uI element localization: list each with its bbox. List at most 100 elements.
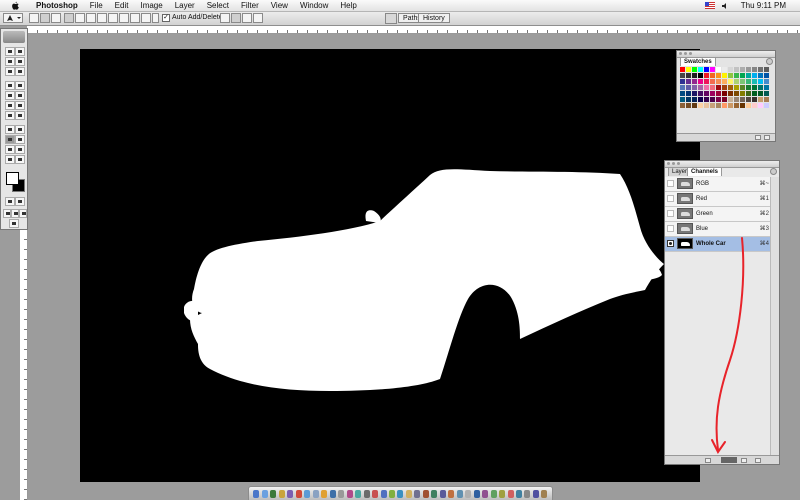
swatch[interactable] <box>758 91 763 96</box>
custom-shape-tool[interactable] <box>15 135 25 144</box>
dock-app-icon[interactable] <box>270 489 277 498</box>
lasso-tool[interactable] <box>5 57 15 66</box>
swatch[interactable] <box>728 67 733 72</box>
dock-app-icon[interactable] <box>405 489 412 498</box>
gradient-tool[interactable] <box>15 101 25 110</box>
dock-app-icon[interactable] <box>346 489 353 498</box>
zoom-icon[interactable] <box>677 162 680 165</box>
hand-tool[interactable] <box>5 155 15 164</box>
dock-app-icon[interactable] <box>253 489 260 498</box>
swatch[interactable] <box>704 97 709 102</box>
swatch[interactable] <box>740 85 745 90</box>
visibility-eye-icon[interactable] <box>667 180 674 187</box>
history-brush-tool[interactable] <box>15 91 25 100</box>
dock-app-icon[interactable] <box>329 489 336 498</box>
create-new-channel-button[interactable] <box>741 458 747 463</box>
delete-swatch-icon[interactable] <box>764 135 770 140</box>
swatch[interactable] <box>740 91 745 96</box>
visibility-eye-icon[interactable] <box>667 240 674 247</box>
dock-app-icon[interactable] <box>541 489 548 498</box>
palette-well-tab-history[interactable]: History <box>418 13 450 23</box>
swatch[interactable] <box>710 97 715 102</box>
swatch[interactable] <box>680 85 685 90</box>
swatch[interactable] <box>704 103 709 108</box>
dock-app-icon[interactable] <box>431 489 438 498</box>
menu-image[interactable]: Image <box>134 0 168 11</box>
path-exclude-button[interactable] <box>253 13 263 23</box>
dock-app-icon[interactable] <box>465 489 472 498</box>
palette-menu-arrow-icon[interactable] <box>766 58 773 65</box>
paths-mode-button[interactable] <box>40 13 50 23</box>
swatch[interactable] <box>764 73 769 78</box>
path-subtract-button[interactable] <box>231 13 241 23</box>
swatch[interactable] <box>758 85 763 90</box>
swatch[interactable] <box>698 67 703 72</box>
swatch[interactable] <box>746 103 751 108</box>
freeform-pen-button[interactable] <box>75 13 85 23</box>
swatch[interactable] <box>686 103 691 108</box>
dock-app-icon[interactable] <box>295 489 302 498</box>
swatch[interactable] <box>758 103 763 108</box>
swatch[interactable] <box>722 97 727 102</box>
menu-filter[interactable]: Filter <box>235 0 265 11</box>
channel-row-green[interactable]: Green ⌘2 <box>665 207 779 222</box>
type-tool[interactable] <box>15 125 25 134</box>
swatch[interactable] <box>686 85 691 90</box>
visibility-eye-icon[interactable] <box>667 210 674 217</box>
swatch[interactable] <box>716 67 721 72</box>
swatch[interactable] <box>704 67 709 72</box>
menu-select[interactable]: Select <box>201 0 235 11</box>
swatch[interactable] <box>704 79 709 84</box>
foreground-color-swatch[interactable] <box>6 172 19 185</box>
swatch[interactable] <box>680 91 685 96</box>
visibility-eye-icon[interactable] <box>667 195 674 202</box>
swatch[interactable] <box>746 67 751 72</box>
swatch[interactable] <box>722 85 727 90</box>
swatch[interactable] <box>680 97 685 102</box>
dock-app-icon[interactable] <box>532 489 539 498</box>
swatch[interactable] <box>740 97 745 102</box>
swatch[interactable] <box>716 73 721 78</box>
save-selection-as-channel-button[interactable] <box>721 457 737 463</box>
swatch[interactable] <box>722 73 727 78</box>
eraser-tool[interactable] <box>5 101 15 110</box>
close-icon[interactable] <box>679 52 682 55</box>
swatch[interactable] <box>752 103 757 108</box>
swatch[interactable] <box>704 91 709 96</box>
swatch-grid[interactable] <box>680 67 770 132</box>
swatch[interactable] <box>728 91 733 96</box>
menu-window[interactable]: Window <box>294 0 334 11</box>
swatch[interactable] <box>728 97 733 102</box>
swatch[interactable] <box>740 67 745 72</box>
dock-app-icon[interactable] <box>338 489 345 498</box>
swatch[interactable] <box>680 103 685 108</box>
dock-app-icon[interactable] <box>482 489 489 498</box>
swatch[interactable] <box>758 73 763 78</box>
adobe-feather-icon[interactable] <box>3 31 25 43</box>
tab-swatches[interactable]: Swatches <box>680 57 716 66</box>
swatch[interactable] <box>734 73 739 78</box>
swatch[interactable] <box>722 67 727 72</box>
swatch[interactable] <box>698 103 703 108</box>
swatch[interactable] <box>710 85 715 90</box>
channel-row-red[interactable]: Red ⌘1 <box>665 192 779 207</box>
menu-edit[interactable]: Edit <box>109 0 135 11</box>
brush-tool[interactable] <box>15 81 25 90</box>
swatch[interactable] <box>698 73 703 78</box>
file-browser-icon[interactable] <box>385 13 397 24</box>
swatch[interactable] <box>734 85 739 90</box>
palette-menu-arrow-icon[interactable] <box>770 168 777 175</box>
tool-preset-picker[interactable] <box>3 13 23 23</box>
dock-app-icon[interactable] <box>490 489 497 498</box>
dock-app-icon[interactable] <box>278 489 285 498</box>
swatch[interactable] <box>716 97 721 102</box>
channels-scrollbar[interactable] <box>770 177 779 456</box>
swatch[interactable] <box>698 85 703 90</box>
swatch[interactable] <box>716 91 721 96</box>
swatch[interactable] <box>752 85 757 90</box>
move-tool[interactable] <box>15 47 25 56</box>
close-icon[interactable] <box>667 162 670 165</box>
zoom-icon[interactable] <box>689 52 692 55</box>
menu-app-name[interactable]: Photoshop <box>30 0 84 11</box>
shape-layers-button[interactable] <box>29 13 39 23</box>
